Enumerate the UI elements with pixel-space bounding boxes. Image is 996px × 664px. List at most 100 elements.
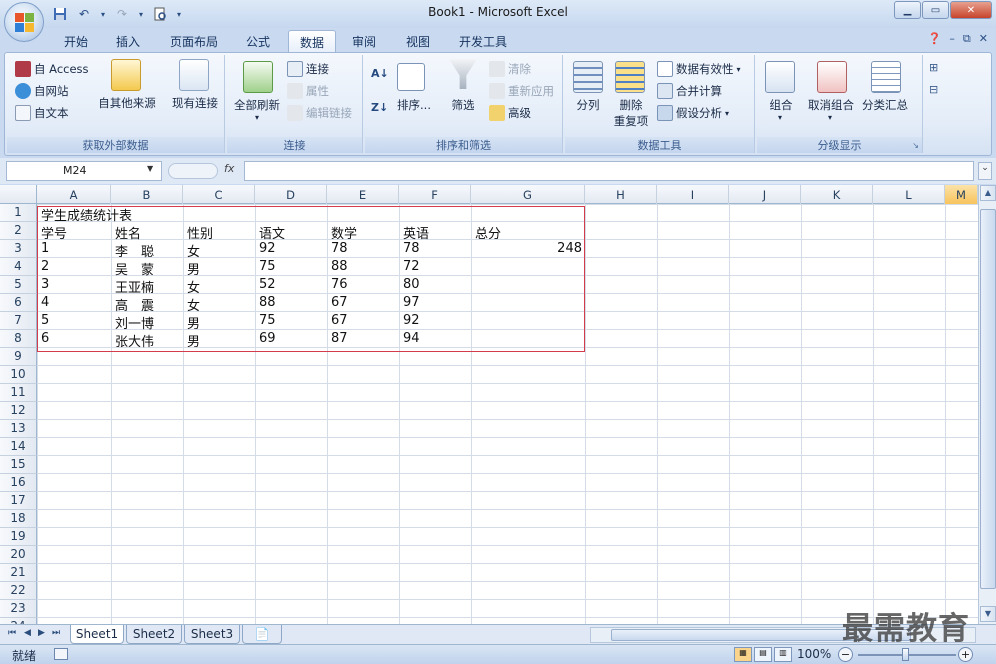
header-cell[interactable]: 语文: [255, 222, 327, 242]
row-header[interactable]: 4: [0, 258, 37, 276]
row-header[interactable]: 23: [0, 600, 37, 618]
data-cell[interactable]: 女: [183, 240, 255, 260]
text-to-columns-button[interactable]: 分列: [571, 97, 605, 113]
office-button[interactable]: [4, 2, 44, 42]
zoom-out-icon[interactable]: −: [838, 647, 853, 662]
row-header[interactable]: 1: [0, 204, 37, 222]
workbook-minimize-icon[interactable]: –: [949, 32, 955, 46]
column-header-e[interactable]: E: [327, 185, 399, 204]
data-cell[interactable]: 2: [37, 258, 109, 276]
row-header[interactable]: 16: [0, 474, 37, 492]
header-cell[interactable]: 姓名: [111, 222, 183, 242]
data-cell[interactable]: 张大伟: [111, 330, 183, 350]
text-to-columns-icon[interactable]: [573, 61, 603, 93]
row-header[interactable]: 8: [0, 330, 37, 348]
group-icon[interactable]: [765, 61, 795, 93]
data-cell[interactable]: 李 聪: [111, 240, 183, 260]
sort-descending-icon[interactable]: Z↓: [371, 101, 388, 114]
subtotal-button[interactable]: 分类汇总: [857, 97, 913, 113]
data-cell[interactable]: 王亚楠: [111, 276, 183, 296]
consolidate-button[interactable]: 合并计算: [657, 83, 722, 99]
data-cell[interactable]: 女: [183, 276, 255, 296]
column-header-d[interactable]: D: [255, 185, 327, 204]
data-cell[interactable]: 女: [183, 294, 255, 314]
data-cell[interactable]: 72: [399, 258, 471, 276]
data-cell[interactable]: 67: [327, 294, 399, 312]
column-header-m[interactable]: M: [945, 185, 978, 204]
existing-connections-button[interactable]: 现有连接: [167, 95, 223, 111]
column-header-c[interactable]: C: [183, 185, 255, 204]
vertical-scroll-thumb[interactable]: [980, 209, 996, 589]
ungroup-button[interactable]: 取消组合: [803, 97, 859, 113]
properties-button[interactable]: 属性: [287, 83, 329, 99]
data-cell[interactable]: 94: [399, 330, 471, 348]
macro-record-icon[interactable]: [54, 648, 68, 660]
remove-duplicates-icon[interactable]: [615, 61, 645, 93]
data-cell[interactable]: 87: [327, 330, 399, 348]
from-web-button[interactable]: 自网站: [15, 83, 69, 99]
row-header[interactable]: 11: [0, 384, 37, 402]
row-header[interactable]: 19: [0, 528, 37, 546]
from-text-button[interactable]: 自文本: [15, 105, 69, 121]
what-if-analysis-button[interactable]: 假设分析 ▾: [657, 105, 729, 121]
row-header[interactable]: 6: [0, 294, 37, 312]
column-header-h[interactable]: H: [585, 185, 657, 204]
data-cell[interactable]: 6: [37, 330, 109, 348]
from-access-button[interactable]: 自 Access: [15, 61, 89, 77]
sheet-title-cell[interactable]: 学生成绩统计表: [37, 204, 132, 224]
close-icon[interactable]: ✕: [950, 1, 992, 19]
tab-home[interactable]: 开始: [52, 30, 100, 52]
refresh-all-icon[interactable]: [243, 61, 273, 93]
normal-view-icon[interactable]: ▦: [734, 647, 752, 662]
header-cell[interactable]: 英语: [399, 222, 471, 242]
clear-filter-button[interactable]: 清除: [489, 61, 531, 77]
column-header-i[interactable]: I: [657, 185, 729, 204]
filter-button[interactable]: 筛选: [443, 97, 483, 113]
data-cell[interactable]: 88: [327, 258, 399, 276]
data-cell[interactable]: 76: [327, 276, 399, 294]
data-cell[interactable]: 248: [471, 240, 585, 258]
advanced-filter-button[interactable]: 高级: [489, 105, 531, 121]
insert-function-icon[interactable]: fx: [224, 162, 234, 175]
row-header[interactable]: 22: [0, 582, 37, 600]
data-cell[interactable]: 78: [399, 240, 471, 258]
edit-links-button[interactable]: 编辑链接: [287, 105, 352, 121]
connections-button[interactable]: 连接: [287, 61, 329, 77]
row-header[interactable]: 21: [0, 564, 37, 582]
tab-developer[interactable]: 开发工具: [450, 30, 516, 52]
workbook-close-icon[interactable]: ✕: [979, 32, 988, 46]
data-cell[interactable]: 80: [399, 276, 471, 294]
column-header-a[interactable]: A: [37, 185, 111, 204]
sort-ascending-icon[interactable]: A↓: [371, 67, 389, 80]
row-header[interactable]: 7: [0, 312, 37, 330]
data-cell[interactable]: 75: [255, 312, 327, 330]
header-cell[interactable]: 数学: [327, 222, 399, 242]
scroll-up-icon[interactable]: ▲: [980, 185, 996, 201]
data-cell[interactable]: 3: [37, 276, 109, 294]
row-header[interactable]: 20: [0, 546, 37, 564]
outline-dialog-launcher-icon[interactable]: ↘: [912, 141, 919, 150]
data-cell[interactable]: 男: [183, 312, 255, 332]
reapply-button[interactable]: 重新应用: [489, 83, 554, 99]
data-cell[interactable]: 吴 蒙: [111, 258, 183, 278]
column-header-g[interactable]: G: [471, 185, 585, 204]
group-dropdown-icon[interactable]: ▾: [775, 113, 785, 122]
header-cell[interactable]: 总分: [471, 222, 585, 242]
prev-sheet-icon[interactable]: ◀: [24, 628, 31, 638]
formula-input[interactable]: [244, 161, 974, 181]
first-sheet-icon[interactable]: ⏮: [8, 628, 16, 638]
other-sources-icon[interactable]: [111, 59, 141, 91]
data-cell[interactable]: 92: [255, 240, 327, 258]
row-header[interactable]: 5: [0, 276, 37, 294]
row-header[interactable]: 12: [0, 402, 37, 420]
data-validation-button[interactable]: 数据有效性 ▾: [657, 61, 741, 77]
remove-duplicates-label-1[interactable]: 删除: [611, 97, 651, 113]
page-break-view-icon[interactable]: ▥: [774, 647, 792, 662]
refresh-all-button[interactable]: 全部刷新: [229, 97, 285, 113]
tab-view[interactable]: 视图: [394, 30, 442, 52]
column-header-k[interactable]: K: [801, 185, 873, 204]
sort-icon[interactable]: [397, 63, 425, 91]
column-header-f[interactable]: F: [399, 185, 471, 204]
help-icon[interactable]: ❓: [928, 32, 942, 46]
row-header[interactable]: 3: [0, 240, 37, 258]
